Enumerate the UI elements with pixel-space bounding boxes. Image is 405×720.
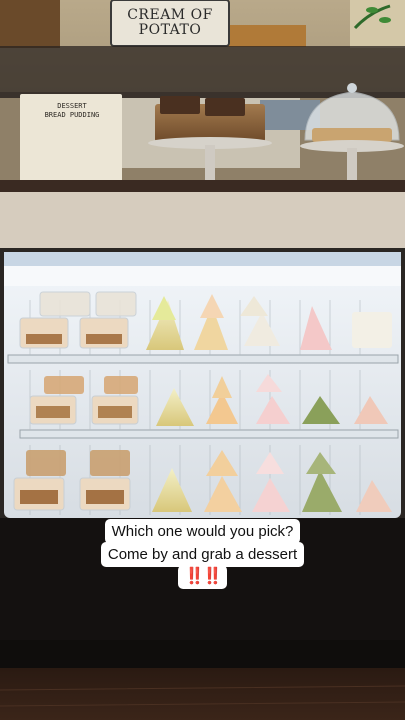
sign-line-1: CREAM OF [127,7,213,23]
menu-line-2: BREAD PUDDING [44,111,100,119]
menu-board: DESSERT BREAD PUDDING [24,96,120,180]
caption-line-1: Which one would you pick? [104,519,301,544]
menu-line-1: DESSERT [57,102,87,110]
caption-line-2: Come by and grab a dessert [100,542,305,567]
cream-of-potato-sign: CREAM OF POTATO [111,0,229,46]
sign-line-2: POTATO [138,22,202,38]
story-caption: Which one would you pick? Come by and gr… [0,519,405,589]
double-exclamation-emoji: ‼️‼️ [177,565,228,589]
